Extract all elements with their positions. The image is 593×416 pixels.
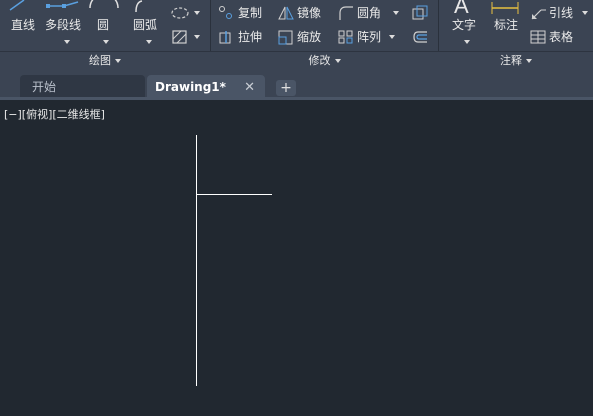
polyline-tool-label: 多段线 — [45, 18, 82, 32]
array-tool-label: 阵列 — [357, 30, 382, 44]
text-tool-label: 文字 — [452, 18, 477, 32]
annotation-panel-expand-icon — [526, 59, 532, 63]
ellipse-dropdown-caret[interactable] — [194, 11, 200, 15]
circle-tool-button[interactable]: 圆 — [87, 0, 121, 50]
mirror-tool-button[interactable]: 镜像 — [277, 4, 329, 22]
new-tab-button[interactable]: + — [276, 80, 296, 96]
copy-tool-label: 复制 — [238, 6, 263, 20]
circle-dropdown-caret[interactable] — [103, 40, 109, 44]
dimension-icon — [491, 2, 519, 14]
fillet-icon — [339, 6, 353, 20]
draw-panel-title-label: 绘图 — [89, 54, 111, 67]
stretch-tool-label: 拉伸 — [238, 30, 263, 44]
arc-dropdown-caret[interactable] — [146, 40, 152, 44]
ellipse-tool-button[interactable] — [170, 4, 206, 22]
viewport-controls-label[interactable]: [−][俯视][二维线框] — [4, 106, 105, 122]
draw-panel-expand-icon — [115, 59, 121, 63]
leader-dropdown-caret[interactable] — [582, 11, 588, 15]
text-tool-button[interactable]: A 文字 — [446, 0, 482, 50]
polyline-tool-button[interactable]: 多段线 — [44, 0, 84, 50]
modify-panel-title[interactable]: 修改 — [211, 52, 438, 70]
copy-tool-button[interactable]: 复制 — [218, 4, 270, 22]
arc-tool-label: 圆弧 — [133, 18, 158, 32]
fillet-dropdown-caret[interactable] — [393, 11, 399, 15]
scale-icon — [278, 30, 293, 45]
scale-tool-button[interactable]: 缩放 — [277, 28, 329, 46]
hatch-icon — [172, 30, 187, 44]
explode-icon — [412, 5, 428, 20]
hatch-dropdown-caret[interactable] — [194, 35, 200, 39]
mirror-icon — [278, 6, 294, 20]
line-icon — [9, 0, 25, 11]
fillet-tool-button[interactable]: 圆角 — [337, 4, 403, 22]
polyline-dropdown-caret[interactable] — [64, 40, 70, 44]
fillet-tool-label: 圆角 — [357, 6, 382, 20]
drawing-geometry — [196, 135, 272, 386]
svg-text:A: A — [454, 0, 469, 16]
offset-icon — [413, 31, 427, 43]
line-tool-label: 直线 — [11, 18, 36, 32]
leader-tool-button[interactable]: 引线 — [529, 4, 591, 22]
offset-tool-button[interactable] — [411, 28, 431, 46]
ellipse-icon — [171, 7, 189, 19]
text-dropdown-caret[interactable] — [464, 40, 470, 44]
leader-tool-label: 引线 — [549, 6, 574, 20]
modify-panel-title-label: 修改 — [308, 54, 331, 67]
hatch-tool-button[interactable] — [170, 28, 206, 46]
arc-tool-button[interactable]: 圆弧 — [130, 0, 162, 50]
circle-tool-label: 圆 — [97, 18, 110, 32]
draw-panel-title[interactable]: 绘图 — [0, 52, 210, 70]
file-tab-bar: 开始 Drawing1* ✕ — [0, 71, 593, 100]
circle-icon — [89, 0, 119, 9]
scale-tool-label: 缩放 — [297, 30, 322, 44]
dimension-tool-label: 标注 — [494, 18, 519, 32]
stretch-tool-button[interactable]: 拉伸 — [218, 28, 270, 46]
annotation-panel-title-label: 注释 — [500, 54, 522, 67]
rotate-tool-button[interactable] — [411, 4, 431, 22]
line-tool-button[interactable]: 直线 — [4, 0, 38, 50]
annotation-panel-title[interactable]: 注释 — [439, 52, 593, 70]
array-dropdown-caret[interactable] — [389, 35, 395, 39]
polyline-icon — [46, 1, 79, 8]
ribbon: 直线 多段线 圆 圆弧 复制 拉伸 镜像 缩放 圆角 阵列 A 文字 标注 引线… — [0, 0, 593, 72]
table-tool-label: 表格 — [549, 30, 574, 44]
mirror-tool-label: 镜像 — [297, 6, 322, 20]
arc-icon — [135, 0, 143, 13]
text-icon: A — [454, 0, 469, 18]
dimension-tool-button[interactable]: 标注 — [488, 0, 524, 50]
table-tool-button[interactable]: 表格 — [529, 28, 589, 46]
array-tool-button[interactable]: 阵列 — [337, 28, 403, 46]
table-icon — [530, 30, 546, 44]
leader-icon — [531, 9, 546, 20]
modify-panel-expand-icon — [334, 59, 341, 63]
array-icon — [338, 30, 353, 44]
stretch-icon — [219, 31, 231, 44]
copy-icon — [219, 6, 232, 19]
drawing-canvas[interactable] — [0, 100, 593, 416]
